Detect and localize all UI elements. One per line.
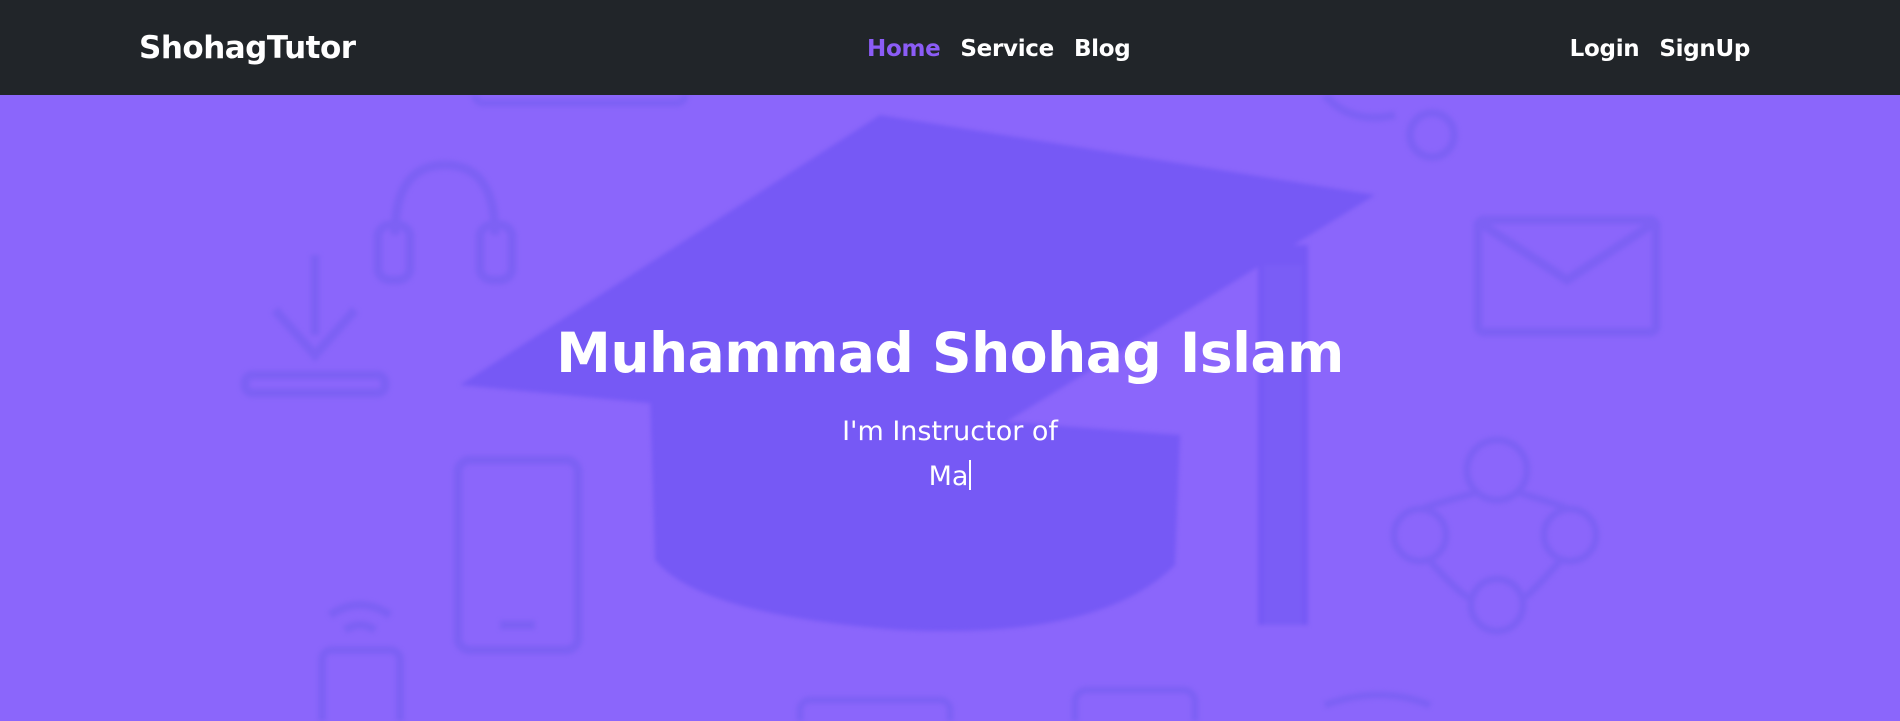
envelope-icon xyxy=(1473,215,1661,337)
typed-value: Ma xyxy=(928,461,969,492)
main-nav: Home Service Blog xyxy=(867,35,1131,63)
typed-text: Ma xyxy=(0,460,1900,494)
wifi-icon xyxy=(318,601,404,721)
bar-shape xyxy=(471,95,689,107)
typing-cursor xyxy=(969,460,972,490)
hero-background-illustration xyxy=(240,95,1661,721)
brand-logo[interactable]: ShohagTutor xyxy=(139,30,356,66)
nav-link-blog[interactable]: Blog xyxy=(1074,35,1131,63)
hero-subtitle: I'm Instructor of xyxy=(842,416,1058,447)
signup-link[interactable]: SignUp xyxy=(1659,35,1750,63)
hero-title: Muhammad Shohag Islam xyxy=(556,321,1344,385)
headphones-icon xyxy=(373,160,517,285)
hero-banner: Muhammad Shohag Islam I'm Instructor of … xyxy=(0,95,1900,721)
login-link[interactable]: Login xyxy=(1570,35,1640,63)
bottom-shapes xyxy=(796,686,1432,721)
gear-icon xyxy=(1321,95,1458,161)
navbar: ShohagTutor Home Service Blog Login Sign… xyxy=(0,0,1900,95)
nav-link-home[interactable]: Home xyxy=(867,35,941,63)
nav-link-service[interactable]: Service xyxy=(960,35,1054,63)
auth-nav: Login SignUp xyxy=(1570,35,1751,63)
